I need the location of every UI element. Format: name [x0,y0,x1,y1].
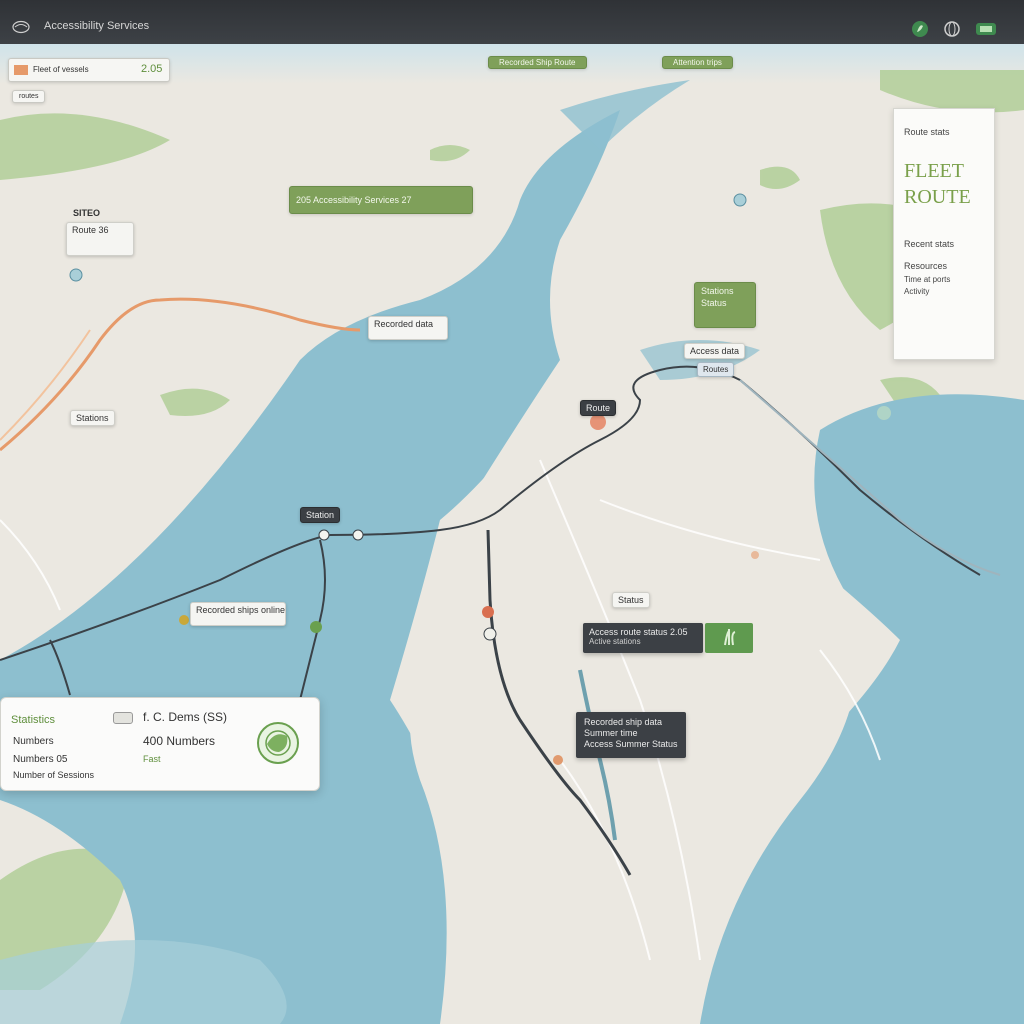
left-tag-sub-label: Route 36 [72,225,109,235]
green-dot-tag[interactable]: Status [612,592,650,608]
battery-icon[interactable] [975,20,997,38]
bridge-tag-blue[interactable]: Routes [697,362,735,377]
dark-panel-1-title: Access route status 2.05 [589,627,688,637]
globe-icon[interactable] [943,20,961,38]
center-green-banner[interactable]: 205 Accessibility Services 27 [289,186,473,214]
map-canvas[interactable] [0,44,1024,1024]
statistics-card-value-label: f. C. Dems (SS) [143,710,228,724]
bridge-tag[interactable]: Access data [684,343,746,359]
dark-panel-2[interactable]: Recorded ship data Summer time Access Su… [576,712,686,758]
marker-junction-icon [318,529,330,541]
stats-panel: Route stats FLEET ROUTE Recent stats Res… [893,108,995,360]
statistics-row1-label: Numbers [13,736,54,747]
header-tab-trips[interactable]: Attention trips [662,56,733,69]
dark-panel-1-chart[interactable] [705,623,753,653]
flag-icon [14,65,28,75]
stats-panel-detail-1: Time at ports [904,275,951,284]
header-tab-routes[interactable]: Recorded Ship Route [488,56,587,69]
stats-panel-title-1: FLEET [904,160,964,182]
junction-tag[interactable]: Station [300,507,341,523]
fleet-badge-value: 2.05 [141,63,163,75]
stats-panel-detail-label: Resources [904,261,948,271]
statistics-card[interactable]: Statistics f. C. Dems (SS) Numbers 400 N… [0,697,320,791]
statistics-row3-label: Number of Sessions [13,770,95,780]
left-tag-title: SITEO [73,208,101,218]
red-tag[interactable]: Route [580,400,617,416]
dark-panel-1[interactable]: Access route status 2.05 Active stations [583,623,703,653]
globe-leaf-icon [257,722,299,764]
app-logo-icon [12,20,30,34]
dark-panel-2-line3: Access Summer Status [584,739,678,749]
dark-panel-2-line2: Summer time [584,728,638,738]
stats-panel-title-2: ROUTE [904,186,971,208]
dark-panel-1-sub: Active stations [589,637,641,646]
left-road-tag[interactable]: Stations [70,410,115,426]
fleet-badge[interactable]: Fleet of vessels 2.05 [8,58,170,82]
marker-blue-icon [69,268,83,282]
center-tag[interactable]: Recorded data [368,316,448,340]
marker-red-icon [590,414,606,430]
stats-panel-detail-2: Activity [904,287,930,296]
marker-green-icon [310,621,322,633]
bottom-left-tag[interactable]: Recorded ships online [190,602,286,626]
title-bar: Accessibility Services [0,0,1024,45]
statistics-row2-label: Numbers 05 [13,754,68,765]
right-green-tag[interactable]: Stations Status [694,282,756,328]
routes-sub-chip: routes [12,90,46,103]
marker-pin-icon [483,627,497,641]
fleet-badge-label: Fleet of vessels [33,65,89,74]
marker-orange-small-icon [553,755,563,765]
statistics-row1-value: 400 Numbers [143,734,216,748]
statistics-row2-value: Fast [143,754,161,764]
toggle-icon[interactable] [113,712,133,724]
marker-orange-icon [482,606,494,618]
app-title: Accessibility Services [44,20,150,32]
statistics-card-title: Statistics [11,714,56,726]
stats-panel-section: Recent stats [904,239,955,249]
stats-panel-heading: Route stats [904,127,950,137]
dark-panel-2-line1: Recorded ship data [584,717,663,727]
left-tag-sub[interactable]: Route 36 [66,222,134,256]
leaf-icon[interactable] [911,20,929,38]
bar-chart-icon [724,629,736,646]
marker-yellow-icon [179,615,189,625]
